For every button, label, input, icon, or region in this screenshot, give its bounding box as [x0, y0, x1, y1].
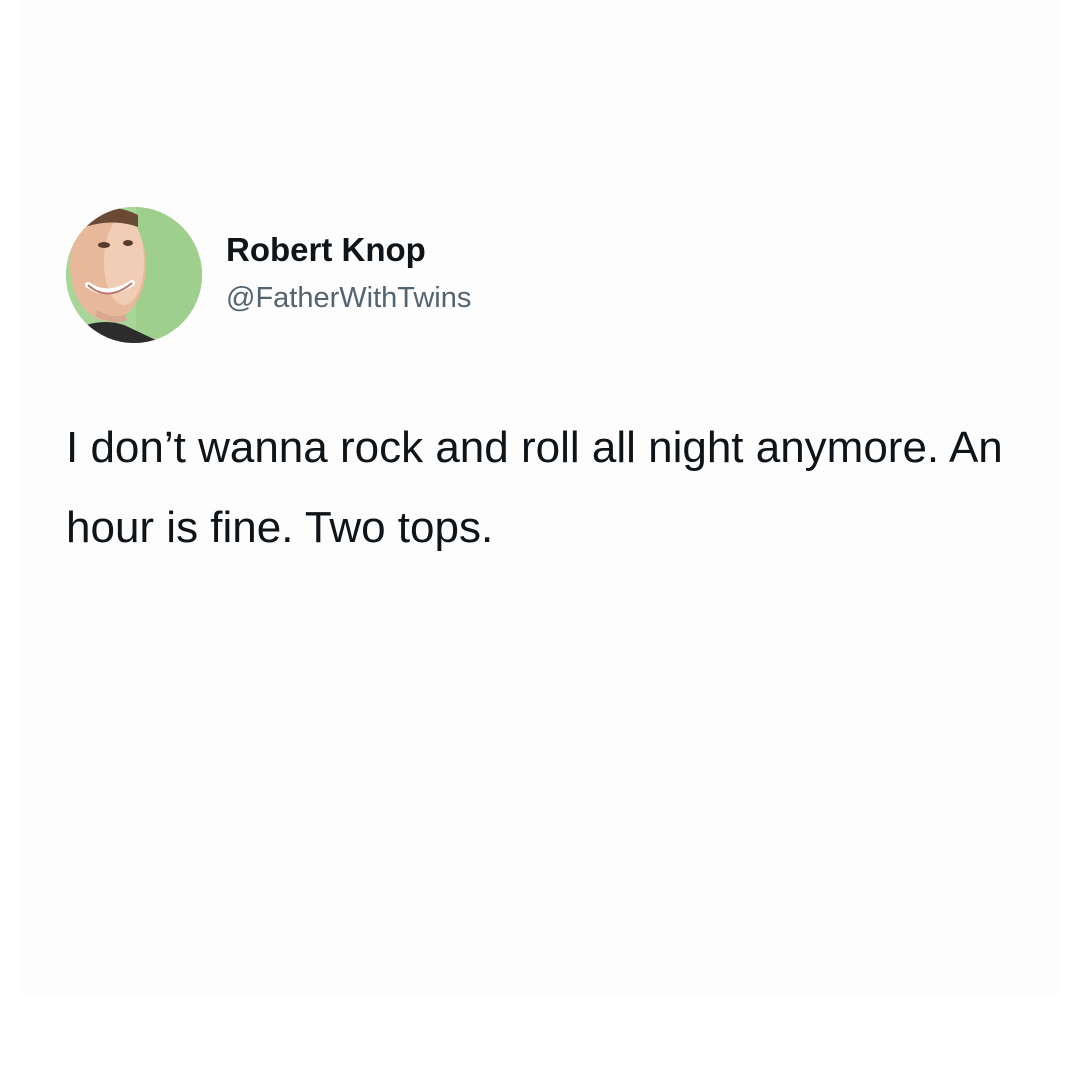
author-name[interactable]: Robert Knop — [226, 230, 426, 270]
profile-photo-icon — [66, 207, 202, 343]
author-handle[interactable]: @FatherWithTwins — [226, 280, 471, 316]
bottom-margin — [0, 996, 1080, 1080]
avatar[interactable] — [66, 207, 202, 343]
tweet-text: I don’t wanna rock and roll all night an… — [66, 423, 1003, 552]
